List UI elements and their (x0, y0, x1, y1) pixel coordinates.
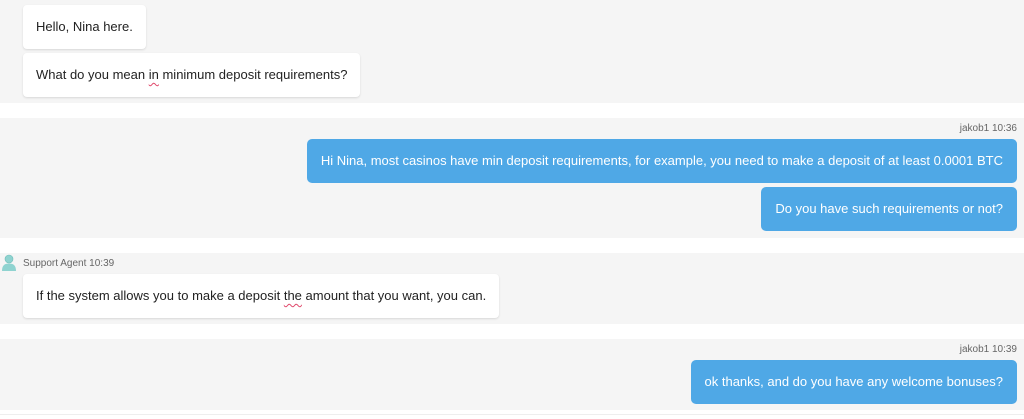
user-avatar-icon (2, 254, 16, 271)
message-bubble-incoming: Hello, Nina here. (23, 5, 146, 49)
message-group-outgoing-1: jakob1 10:36 Hi Nina, most casinos have … (0, 118, 1024, 238)
message-bubble-incoming: What do you mean in minimum deposit requ… (23, 53, 361, 97)
message-sender-time: jakob1 10:36 (959, 123, 1017, 134)
message-text-end: minimum deposit requirements? (158, 67, 348, 82)
message-group-outgoing-2: jakob1 10:39 ok thanks, and do you have … (0, 339, 1024, 410)
spellcheck-flagged-word[interactable]: in (149, 67, 159, 82)
message-sender-time: Support Agent 10:39 (23, 258, 115, 269)
message-bubble-outgoing: ok thanks, and do you have any welcome b… (690, 360, 1017, 404)
spellcheck-flagged-word[interactable]: the (284, 288, 302, 303)
message-text-start: What do you mean (36, 67, 149, 82)
message-text: Do you have such requirements or not? (775, 201, 1003, 216)
message-bubble-outgoing: Do you have such requirements or not? (761, 187, 1017, 231)
message-group-incoming-1: Hello, Nina here. What do you mean in mi… (0, 0, 1024, 103)
message-bubble-incoming: If the system allows you to make a depos… (23, 274, 500, 318)
message-text: ok thanks, and do you have any welcome b… (704, 374, 1003, 389)
message-text-start: If the system allows you to make a depos… (36, 288, 284, 303)
divider (0, 414, 1024, 415)
message-text: Hi Nina, most casinos have min deposit r… (320, 153, 1003, 168)
message-text: Hello, Nina here. (36, 19, 133, 34)
message-text-end: amount that you want, you can. (301, 288, 487, 303)
message-group-agent: Support Agent 10:39 If the system allows… (0, 253, 1024, 324)
message-sender-time: jakob1 10:39 (959, 344, 1017, 355)
message-bubble-outgoing: Hi Nina, most casinos have min deposit r… (306, 139, 1017, 183)
